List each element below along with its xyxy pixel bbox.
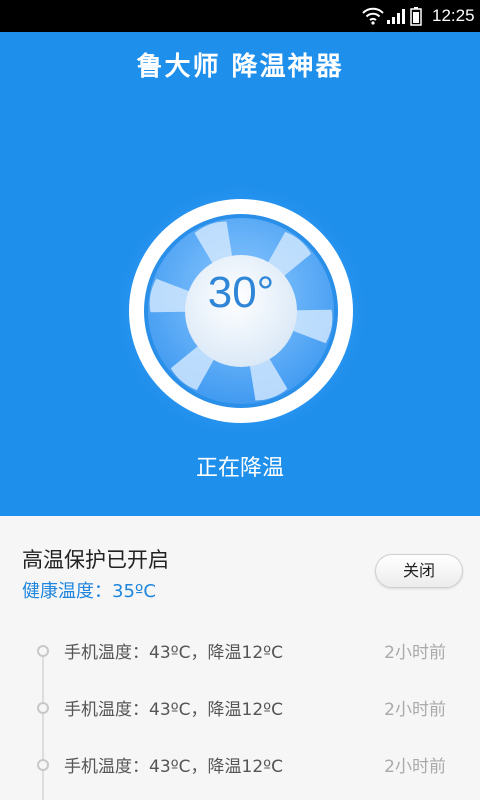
app-title: 鲁大师 降温神器	[136, 52, 344, 82]
status-bar: 12:25	[0, 0, 480, 32]
clock-time: 12:25	[432, 6, 475, 25]
wifi-icon	[362, 7, 384, 25]
timeline-dot	[37, 645, 49, 657]
history-time: 2小时前	[384, 643, 446, 663]
signal-icon	[387, 9, 405, 24]
protection-panel: 高温保护已开启 健康温度：35ºC 关闭 手机温度：43ºC，降温12ºC 2小…	[0, 516, 480, 800]
cooling-status: 正在降温	[195, 456, 284, 481]
health-temperature: 健康温度：35ºC	[22, 581, 156, 602]
history-text: 手机温度：43ºC，降温12ºC	[64, 643, 284, 663]
protection-title: 高温保护已开启	[22, 548, 169, 572]
history-time: 2小时前	[384, 757, 446, 777]
history-time: 2小时前	[384, 700, 446, 720]
history-item: 手机温度：43ºC，降温12ºC 2小时前	[0, 752, 480, 782]
history-text: 手机温度：43ºC，降温12ºC	[64, 700, 284, 720]
timeline-dot	[37, 759, 49, 771]
history-text: 手机温度：43ºC，降温12ºC	[64, 757, 284, 777]
history-item: 手机温度：43ºC，降温12ºC 2小时前	[0, 695, 480, 725]
temperature-readout: 30°	[207, 268, 275, 317]
timeline-dot	[37, 702, 49, 714]
hero-panel: 鲁大师 降温神器 30° 正在降温	[0, 32, 480, 516]
history-item: 手机温度：43ºC，降温12ºC 2小时前	[0, 638, 480, 668]
close-button[interactable]: 关闭	[375, 554, 463, 588]
battery-icon	[410, 7, 422, 26]
